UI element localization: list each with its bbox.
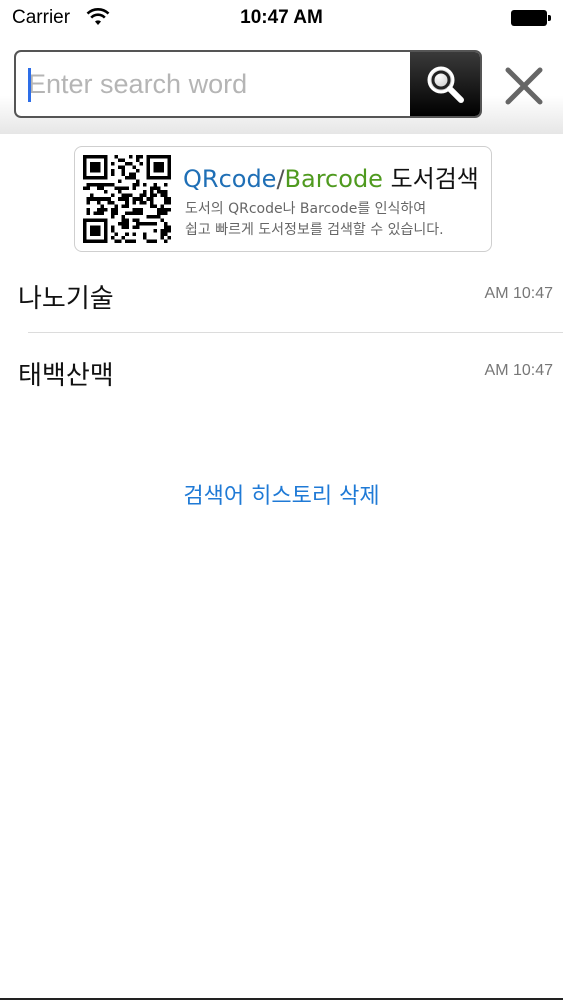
history-word: 태백산맥	[18, 361, 114, 391]
banner-title: QRcode/Barcode 도서검색	[183, 159, 479, 194]
banner-title-rest: 도서검색	[382, 165, 479, 193]
banner-title-slash: /	[276, 165, 285, 193]
history-item[interactable]: 나노기술 AM 10:47	[0, 256, 563, 333]
battery-icon	[511, 10, 551, 26]
delete-history-button[interactable]: 검색어 히스토리 삭제	[0, 478, 563, 510]
text-caret	[28, 68, 31, 102]
history-time: AM 10:47	[484, 285, 553, 302]
search-icon	[427, 66, 464, 103]
history-word: 나노기술	[18, 284, 114, 314]
close-icon	[505, 67, 543, 105]
history-time: AM 10:47	[484, 362, 553, 379]
search-box	[14, 50, 482, 118]
search-button[interactable]	[410, 52, 480, 116]
history-item[interactable]: 태백산맥 AM 10:47	[0, 333, 563, 410]
search-header	[0, 38, 563, 134]
close-button[interactable]	[496, 58, 552, 114]
qr-code-icon	[83, 155, 171, 243]
qr-barcode-search-banner[interactable]: QRcode/Barcode 도서검색 도서의 QRcode나 Barcode를…	[74, 146, 492, 252]
search-history-list: 나노기술 AM 10:47 태백산맥 AM 10:47	[0, 256, 563, 410]
banner-title-qrcode: QRcode	[183, 165, 277, 193]
banner-description: 도서의 QRcode나 Barcode를 인식하여 쉽고 빠르게 도서정보를 검…	[185, 199, 444, 241]
status-time: 10:47 AM	[240, 7, 323, 28]
status-bar: Carrier 10:47 AM	[0, 0, 563, 38]
banner-desc-line1: 도서의 QRcode나 Barcode를 인식하여	[185, 201, 427, 217]
banner-title-barcode: Barcode	[284, 165, 383, 193]
banner-desc-line2: 쉽고 빠르게 도서정보를 검색할 수 있습니다.	[185, 222, 444, 238]
search-input[interactable]	[16, 52, 414, 116]
